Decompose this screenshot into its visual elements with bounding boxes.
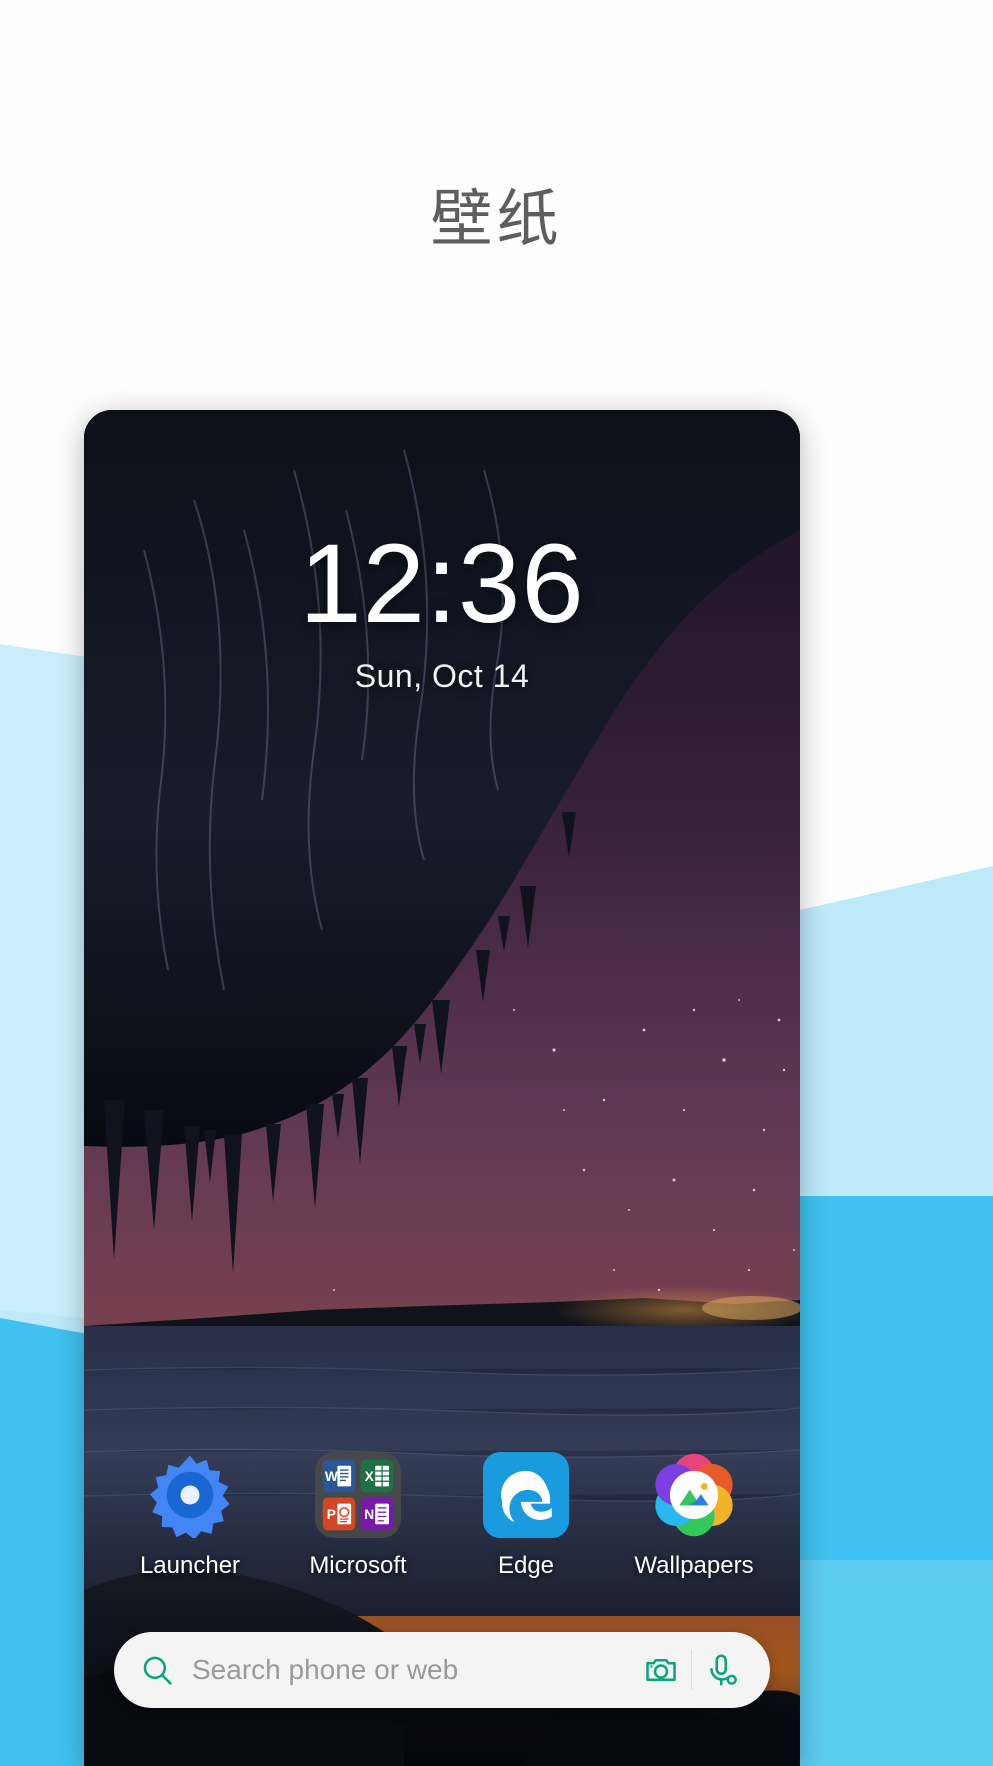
app-label: Launcher xyxy=(139,1552,241,1579)
dock-app-wallpapers[interactable]: Wallpapers xyxy=(620,1452,768,1580)
gear-icon[interactable] xyxy=(147,1452,233,1538)
svg-text:N: N xyxy=(364,1507,374,1522)
wallpaper-preview-page: 壁纸 12:36 Sun, Oct 14 Launcher W X P N Mi… xyxy=(0,0,993,1766)
decor-right-mid xyxy=(800,1560,993,1766)
page-title: 壁纸 xyxy=(430,185,563,254)
office-onenote-icon: N xyxy=(360,1497,394,1531)
office-powerpoint-icon: P xyxy=(322,1497,356,1531)
app-label: Wallpapers xyxy=(634,1552,754,1579)
wallpapers-icon-svg xyxy=(655,1453,733,1537)
app-dock: Launcher W X P N Microsoft Edge Wallpape… xyxy=(84,1452,800,1580)
dock-folder-microsoft[interactable]: W X P N Microsoft xyxy=(284,1452,432,1580)
search-bar[interactable] xyxy=(114,1632,770,1708)
app-label: Edge xyxy=(497,1552,555,1579)
office-word-icon: W xyxy=(322,1459,356,1493)
decor-right-bright xyxy=(800,1196,993,1560)
folder-office-icon-svg: W X P N xyxy=(315,1452,401,1538)
svg-text:W: W xyxy=(325,1469,338,1484)
app-label: Microsoft xyxy=(309,1552,407,1579)
dock-app-launcher[interactable]: Launcher xyxy=(116,1452,264,1580)
search-input[interactable] xyxy=(174,1654,635,1686)
search-divider xyxy=(691,1650,692,1690)
wallpapers-icon[interactable] xyxy=(651,1452,737,1538)
phone-mockup: 12:36 Sun, Oct 14 Launcher W X P N Micro… xyxy=(84,410,800,1766)
microphone-icon xyxy=(710,1654,737,1686)
dock-app-edge[interactable]: Edge xyxy=(452,1452,600,1580)
svg-text:P: P xyxy=(327,1507,336,1522)
decor-right-light xyxy=(800,866,993,1196)
camera-search-button[interactable] xyxy=(635,1644,687,1696)
gear-icon-svg xyxy=(150,1455,230,1538)
search-icon xyxy=(140,1653,174,1687)
voice-search-button[interactable] xyxy=(696,1644,748,1696)
camera-icon xyxy=(646,1658,676,1682)
clock-time: 12:36 xyxy=(299,521,585,646)
clock-date: Sun, Oct 14 xyxy=(354,658,530,694)
edge-icon[interactable] xyxy=(483,1452,569,1538)
edge-icon-svg xyxy=(483,1452,569,1538)
search-icon-svg xyxy=(143,1656,172,1685)
svg-text:X: X xyxy=(365,1469,375,1484)
lockscreen-clock: 12:36 Sun, Oct 14 xyxy=(84,528,800,695)
office-excel-icon: X xyxy=(360,1459,394,1493)
folder-office-icon[interactable]: W X P N xyxy=(315,1452,401,1538)
